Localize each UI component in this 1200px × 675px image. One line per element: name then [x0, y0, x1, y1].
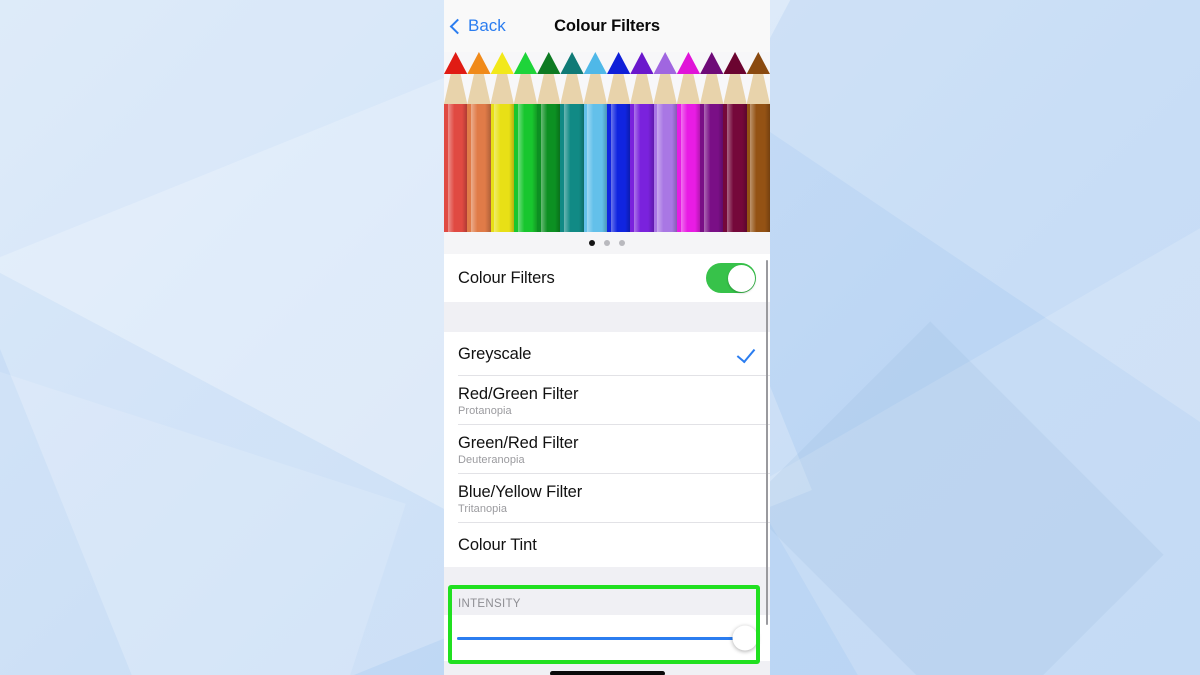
- pencil-lead: [467, 52, 491, 74]
- filter-option-row[interactable]: Blue/Yellow Filter Tritanopia: [444, 474, 770, 523]
- pencil-lead: [560, 52, 584, 74]
- pencil-highlight: [680, 104, 687, 232]
- colour-filters-toggle-row[interactable]: Colour Filters: [444, 254, 770, 302]
- home-bar[interactable]: [549, 670, 665, 675]
- home-indicator-area: [444, 661, 770, 675]
- pencil-lead: [746, 52, 770, 74]
- pencil-highlight: [657, 104, 664, 232]
- chevron-left-icon: [449, 18, 466, 34]
- pencil: [676, 52, 701, 232]
- pencil: [490, 52, 514, 232]
- pencil: [700, 52, 724, 232]
- filter-options-list: Greyscale Red/Green Filter Protanopia Green…: [444, 332, 770, 567]
- intensity-slider-row[interactable]: [444, 615, 770, 661]
- pencil-highlight: [471, 104, 478, 232]
- filter-option-text: Green/Red Filter Deuteranopia: [458, 434, 578, 466]
- colour-filters-label: Colour Filters: [458, 268, 555, 287]
- filter-option-title: Greyscale: [458, 344, 532, 363]
- pencil-highlight: [610, 104, 617, 232]
- pencil: [537, 52, 561, 232]
- pencil: [583, 52, 607, 232]
- pencil-highlight: [587, 104, 594, 232]
- pencil-lead: [606, 52, 631, 74]
- pencil-lead: [444, 52, 468, 74]
- intensity-section: INTENSITY: [444, 585, 770, 664]
- back-button-label: Back: [468, 16, 506, 35]
- filter-option-row[interactable]: Colour Tint: [444, 523, 770, 567]
- filter-option-row[interactable]: Greyscale: [444, 332, 770, 376]
- pencil-lead: [537, 52, 561, 74]
- pencil: [560, 52, 584, 232]
- pencil-lead: [676, 52, 701, 74]
- filter-option-title: Blue/Yellow Filter: [458, 482, 583, 501]
- intensity-header: INTENSITY: [444, 585, 770, 615]
- pencil: [653, 52, 677, 232]
- toggle-knob: [727, 264, 755, 292]
- pencil-lead: [490, 52, 514, 74]
- pencil: [513, 52, 538, 232]
- filter-option-title: Green/Red Filter: [458, 433, 579, 452]
- pencil: [467, 52, 491, 232]
- master-toggle-group: Colour Filters: [444, 254, 770, 302]
- filter-option-text: Blue/Yellow Filter Tritanopia: [458, 483, 582, 515]
- intensity-slider-fill: [457, 636, 745, 640]
- filter-option-row[interactable]: Red/Green Filter Protanopia: [444, 376, 770, 425]
- filter-option-title: Colour Tint: [458, 535, 537, 554]
- back-button[interactable]: Back: [449, 16, 506, 36]
- pencil-highlight: [494, 104, 501, 232]
- pencil-highlight: [540, 104, 547, 232]
- pencil: [746, 52, 770, 232]
- pencil-lead: [653, 52, 677, 74]
- pencil: [723, 52, 747, 232]
- section-gap: [444, 302, 770, 332]
- filter-option-text: Greyscale: [458, 345, 531, 364]
- page-dot[interactable]: [604, 240, 610, 246]
- checkmark-icon: [736, 344, 756, 364]
- pencil-highlight: [727, 104, 734, 232]
- filter-option-row[interactable]: Green/Red Filter Deuteranopia: [444, 425, 770, 474]
- pencil: [606, 52, 631, 232]
- pencil-highlight: [633, 104, 641, 232]
- pencil-highlight: [447, 104, 454, 232]
- pencil-lead: [583, 52, 607, 74]
- filter-option-title: Red/Green Filter: [458, 384, 579, 403]
- pencil-highlight: [517, 104, 524, 232]
- filter-option-subtitle: Deuteranopia: [458, 453, 525, 466]
- colour-filters-toggle[interactable]: [706, 263, 756, 293]
- filter-option-subtitle: Tritanopia: [458, 502, 508, 515]
- settings-scroll-area[interactable]: Colour Filters Greyscale Red/Green Filter…: [444, 254, 770, 664]
- pencil-row: [444, 52, 770, 232]
- pencil-lead: [700, 52, 724, 74]
- navigation-bar: Back Colour Filters: [444, 0, 770, 52]
- intensity-slider-thumb[interactable]: [732, 625, 758, 651]
- pencil-lead: [513, 52, 538, 74]
- pencil-lead: [723, 52, 747, 74]
- pencil: [444, 52, 468, 232]
- page-dot[interactable]: [589, 240, 595, 246]
- phone-screen: Back Colour Filters Colour Filters Greys…: [444, 0, 770, 675]
- pencil-lead: [630, 52, 654, 74]
- vertical-scrollbar[interactable]: [765, 260, 768, 625]
- section-gap: [444, 567, 770, 585]
- page-indicator-dots[interactable]: [444, 232, 770, 254]
- filter-option-text: Red/Green Filter Protanopia: [458, 385, 578, 417]
- intensity-slider-track[interactable]: [457, 625, 758, 651]
- pencil: [630, 52, 654, 232]
- pencil-shadow: [764, 104, 770, 232]
- filter-option-text: Colour Tint: [458, 536, 537, 555]
- pencil-highlight: [564, 104, 571, 232]
- pencil-highlight: [750, 104, 757, 232]
- filter-option-subtitle: Protanopia: [458, 404, 512, 417]
- pencil-highlight: [703, 104, 710, 232]
- page-dot[interactable]: [619, 240, 625, 246]
- filter-preview-image[interactable]: [444, 52, 770, 232]
